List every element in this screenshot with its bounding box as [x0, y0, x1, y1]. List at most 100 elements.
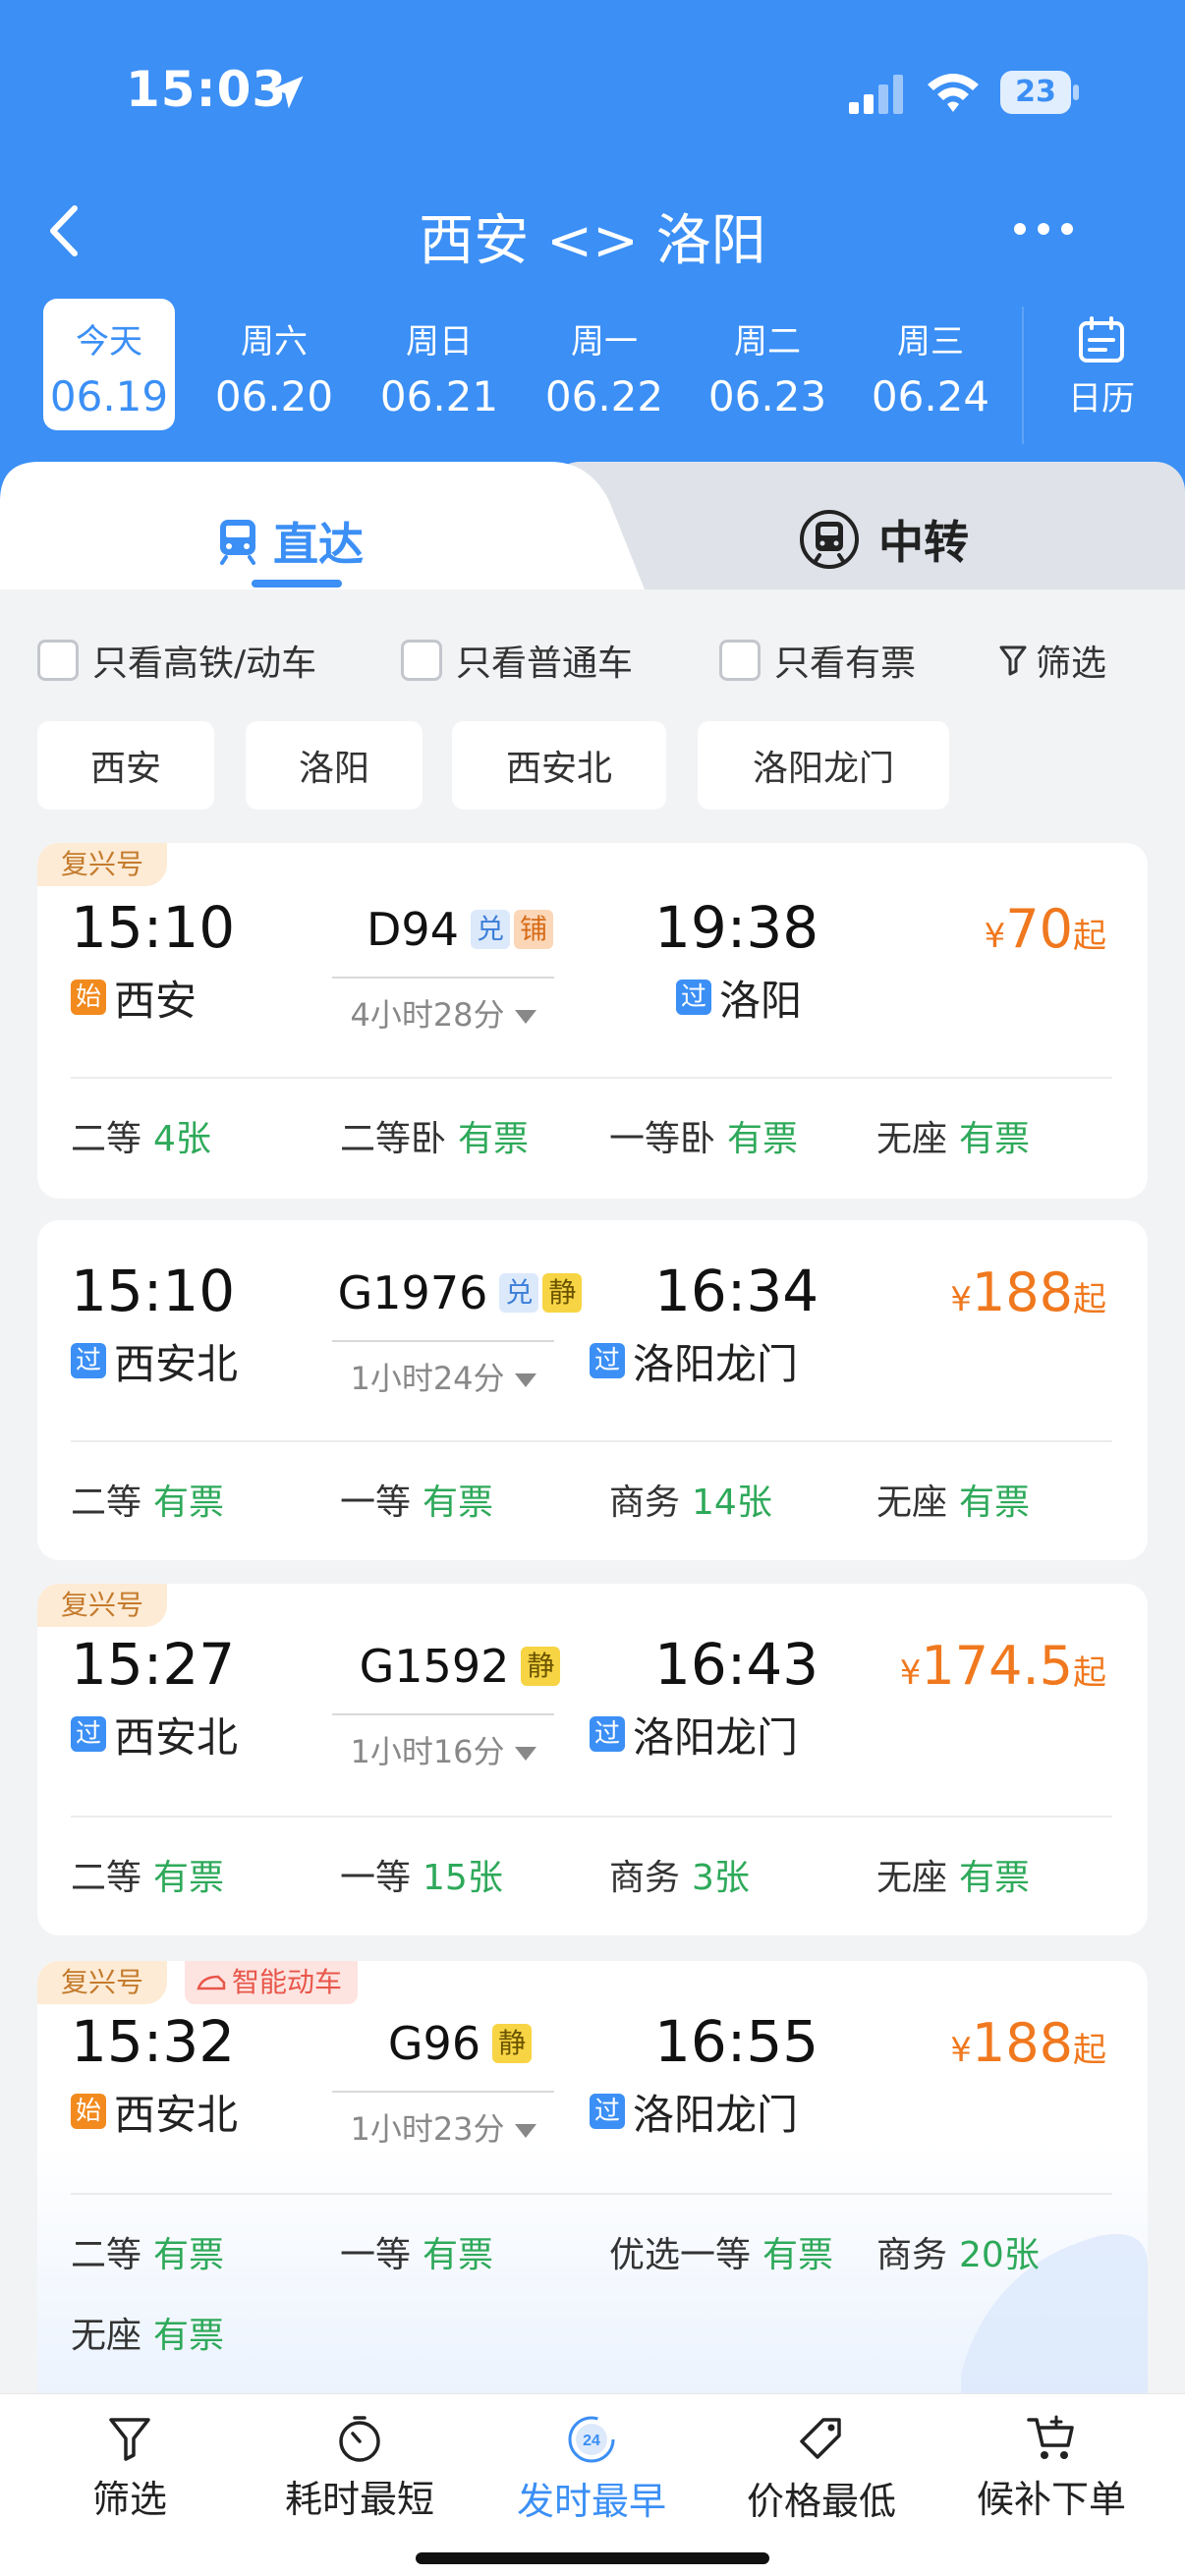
arrival-time: 16:55 — [654, 2008, 819, 2075]
date-tab-5[interactable]: 周三 06.24 — [865, 299, 996, 430]
arrival-station: 过 洛阳龙门 — [590, 2085, 798, 2139]
arrival-time: 16:43 — [654, 1631, 819, 1698]
seat-class: 商务 20张 — [876, 2235, 1040, 2275]
date-day: 06.22 — [544, 372, 664, 420]
seat-class: 二等 4张 — [71, 1119, 211, 1159]
fuxing-tag: 复兴号 — [37, 1584, 168, 1627]
divider — [71, 1077, 1112, 1079]
date-tab-3[interactable]: 周一 06.22 — [538, 299, 670, 430]
seat-class: 无座 有票 — [876, 1858, 1031, 1898]
train-number: G96 静 — [322, 2014, 597, 2073]
departure-time: 15:27 — [71, 1631, 236, 1698]
duration[interactable]: 1小时23分 — [332, 2091, 554, 2150]
price-tag-icon — [800, 2418, 841, 2459]
pass-badge: 过 — [676, 980, 711, 1015]
shortest-duration-button[interactable]: 耗时最短 — [261, 2414, 458, 2523]
quiet-tag: 静 — [521, 1647, 561, 1686]
tab-transfer[interactable]: 中转 — [798, 503, 969, 576]
waitlist-order-button[interactable]: 候补下单 — [953, 2414, 1150, 2523]
date-day: 06.24 — [871, 372, 990, 420]
date-weekday: 周二 — [734, 322, 801, 362]
train-icon — [220, 520, 255, 565]
date-tab-4[interactable]: 周二 06.23 — [702, 299, 833, 430]
earliest-departure-button[interactable]: 24 发时最早 — [493, 2414, 690, 2525]
quiet-tag: 静 — [492, 2024, 533, 2063]
seat-class: 二等 有票 — [71, 1483, 225, 1523]
date-tab-2[interactable]: 周日 06.21 — [373, 299, 505, 430]
timer-icon — [339, 2416, 380, 2462]
divider — [71, 1440, 1112, 1442]
duration[interactable]: 1小时16分 — [332, 1713, 554, 1772]
filter-available-only[interactable]: 只看有票 — [719, 633, 916, 688]
date-weekday: 周一 — [571, 322, 638, 362]
seat-class: 商务 14张 — [609, 1483, 772, 1523]
quiet-tag: 静 — [542, 1273, 583, 1313]
filter-regular-only[interactable]: 只看普通车 — [401, 633, 633, 688]
departure-station: 始 西安北 — [71, 2085, 238, 2139]
checkbox[interactable] — [37, 640, 79, 681]
station-chip-xian[interactable]: 西安 — [37, 721, 214, 810]
seat-class: 二等 有票 — [71, 2235, 225, 2275]
tab-direct[interactable]: 直达 — [216, 507, 364, 576]
price: ¥188起 — [950, 2012, 1106, 2074]
chevron-down-icon — [514, 1373, 536, 1387]
seat-class: 一等 有票 — [340, 1483, 494, 1523]
date-day: 06.20 — [214, 372, 334, 420]
tab-panel — [0, 462, 1185, 599]
seat-class: 优选一等 有票 — [609, 2235, 834, 2275]
price: ¥70起 — [984, 898, 1106, 960]
smart-emu-tag: 智能动车 — [185, 1961, 359, 2004]
seat-class: 二等 有票 — [71, 1858, 225, 1898]
status-time: 15:03 — [126, 61, 288, 118]
bottom-toolbar: 筛选 耗时最短 24 发时最早 价格最低 候补下单 — [0, 2393, 1185, 2576]
bottom-filter-button[interactable]: 筛选 — [31, 2414, 228, 2523]
date-weekday: 今天 — [76, 322, 142, 362]
more-icon[interactable] — [1012, 214, 1077, 244]
arrival-station: 过 洛阳龙门 — [590, 1708, 798, 1762]
arrival-station: 过 洛阳 — [676, 971, 802, 1025]
seat-class: 无座 有票 — [876, 1483, 1031, 1523]
departure-time: 15:10 — [71, 894, 236, 961]
seat-class: 无座 有票 — [876, 1119, 1031, 1159]
calendar-button[interactable]: 日历 — [1022, 307, 1179, 444]
pass-badge: 过 — [590, 1716, 625, 1752]
divider — [71, 2193, 1112, 2195]
date-weekday: 周六 — [241, 322, 308, 362]
pass-badge: 过 — [590, 1343, 625, 1378]
departure-station: 始 西安 — [71, 971, 197, 1025]
lowest-price-button[interactable]: 价格最低 — [723, 2414, 920, 2525]
date-day: 06.21 — [379, 372, 499, 420]
chevron-down-icon — [514, 1747, 536, 1761]
smart-train-icon — [197, 1975, 226, 1990]
price: ¥188起 — [950, 1261, 1106, 1323]
svg-text:24: 24 — [583, 2433, 600, 2449]
train-number: D94 兑 铺 — [322, 900, 597, 959]
checkbox[interactable] — [401, 640, 442, 681]
seat-class: 一等 有票 — [340, 2235, 494, 2275]
date-day: 06.23 — [707, 372, 827, 420]
train-card[interactable]: 复兴号 智能动车 15:32 始 西安北 G96 静 1小时23分 16:55 … — [37, 1961, 1148, 2413]
date-day: 06.19 — [49, 372, 169, 420]
train-card[interactable]: 复兴号 15:10 始 西安 D94 兑 铺 4小时28分 19:38 过 洛阳… — [37, 843, 1148, 1199]
station-chip-luoyang[interactable]: 洛阳 — [246, 721, 423, 810]
date-tab-1[interactable]: 周六 06.20 — [208, 299, 340, 430]
station-chip-luoyang-longmen[interactable]: 洛阳龙门 — [698, 721, 949, 810]
station-chip-xian-north[interactable]: 西安北 — [452, 721, 666, 810]
train-card[interactable]: 复兴号 15:27 过 西安北 G1592 静 1小时16分 16:43 过 洛… — [37, 1584, 1148, 1935]
seat-class: 商务 3张 — [609, 1858, 750, 1898]
filter-high-speed-only[interactable]: 只看高铁/动车 — [37, 633, 316, 688]
duration[interactable]: 4小时28分 — [332, 977, 554, 1036]
cart-plus-icon — [1027, 2415, 1074, 2459]
pass-badge: 过 — [71, 1716, 106, 1752]
funnel-icon — [999, 645, 1027, 676]
departure-station: 过 西安北 — [71, 1334, 238, 1388]
train-card[interactable]: 15:10 过 西安北 G1976 兑 静 1小时24分 16:34 过 洛阳龙… — [37, 1220, 1148, 1560]
fuxing-tag: 复兴号 — [37, 1961, 168, 2004]
filter-button[interactable]: 筛选 — [998, 633, 1106, 688]
duration[interactable]: 1小时24分 — [332, 1340, 554, 1399]
checkbox[interactable] — [719, 640, 761, 681]
arrival-station: 过 洛阳龙门 — [590, 1334, 798, 1388]
date-tab-0[interactable]: 今天 06.19 — [43, 299, 175, 430]
fuxing-tag: 复兴号 — [37, 843, 168, 886]
seat-class: 无座 有票 — [71, 2316, 225, 2356]
